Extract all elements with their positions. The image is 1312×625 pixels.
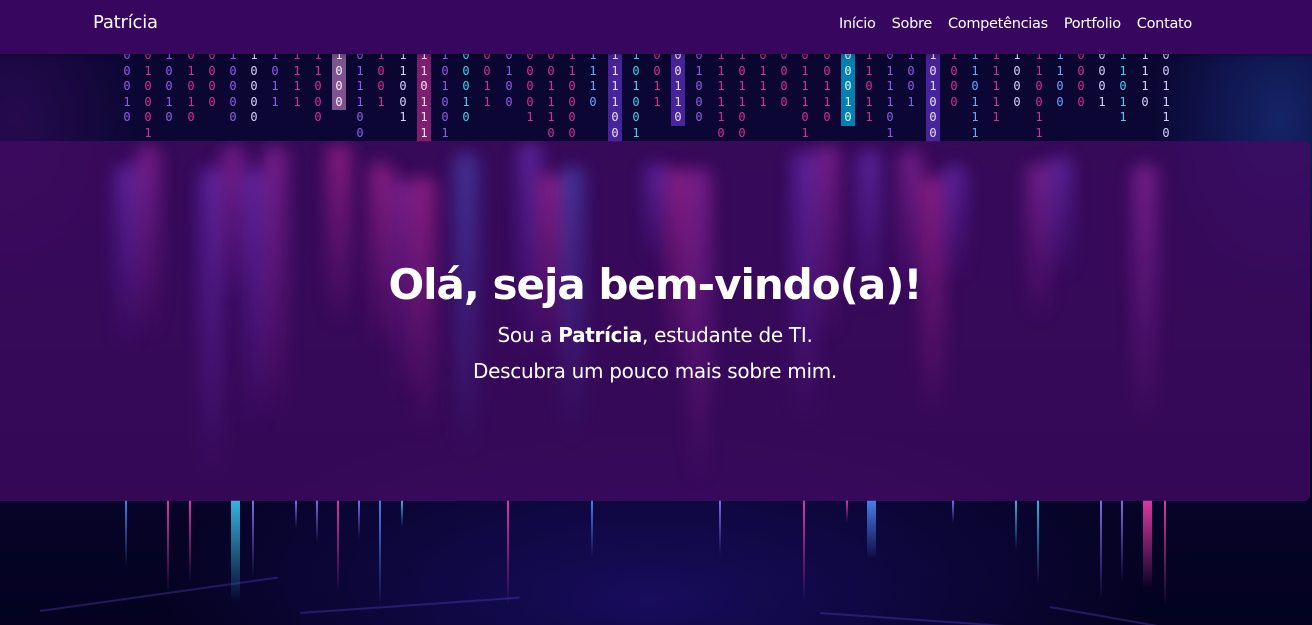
binary-column: 1 1 1 1 1: [992, 48, 1000, 125]
binary-column: 1 1 1 0: [589, 48, 597, 109]
hero-content: Olá, seja bem-vindo(a)! Sou a Patrícia, …: [0, 253, 1310, 389]
binary-column: 1 1 0 1 1 1: [417, 48, 431, 142]
nav-link-sobre[interactable]: Sobre: [892, 16, 933, 32]
binary-column: 1 0 0 1: [907, 48, 915, 109]
light-streak: [1164, 500, 1166, 607]
binary-column: 1 0 0 0: [1013, 48, 1021, 109]
light-streak: [125, 500, 127, 567]
binary-column: 0 0 0 0 1: [526, 48, 534, 125]
light-streak: [591, 500, 593, 557]
floor-line: [1049, 606, 1287, 625]
binary-column: 0 1 1 1 0 1: [801, 48, 809, 140]
binary-column: 1 0 1 1: [271, 48, 279, 109]
binary-column: 0 0 1 1 0: [671, 48, 685, 126]
floor-line: [299, 596, 520, 614]
light-streak: [867, 500, 876, 559]
binary-column: 0 0 1 1: [483, 48, 491, 109]
light-streak: [337, 500, 339, 592]
light-streak: [1100, 500, 1102, 600]
hero-intro-suffix: , estudante de TI.: [641, 323, 813, 347]
binary-column: 1 0 1 1 0 0: [738, 48, 746, 140]
binary-column: 1 0 0 0: [950, 48, 958, 109]
light-streak: [1143, 500, 1152, 589]
light-streak: [803, 500, 805, 602]
light-streak: [952, 500, 954, 523]
nav-links: Início Sobre Competências Portfolio Cont…: [839, 16, 1192, 32]
binary-column: 0 0 1 1 1 0: [547, 48, 555, 140]
binary-column: 1 0 0 0 0: [250, 48, 258, 125]
binary-column: 0 0 0 1 0: [462, 48, 470, 125]
binary-column: 1 1 0 0: [1056, 48, 1064, 109]
binary-column: 0 1 0 0 0: [695, 48, 703, 125]
brand-logo-link[interactable]: Patrícia: [93, 12, 158, 33]
light-streak: [231, 500, 240, 602]
binary-column: 0 0 1 1 1 0: [1162, 48, 1170, 140]
light-streak: [1037, 500, 1039, 585]
binary-column: 0 1 1 1: [759, 48, 767, 109]
binary-column: 1 0 0 0: [332, 48, 346, 111]
binary-column: 1 0 0 1 0: [165, 48, 173, 125]
light-streak: [167, 500, 169, 593]
light-streak: [507, 500, 509, 606]
light-streak: [1121, 500, 1123, 581]
binary-column: 1 0 0 0 0: [229, 48, 237, 125]
light-streak: [719, 500, 721, 555]
nav-link-contato[interactable]: Contato: [1137, 16, 1193, 32]
binary-column: 1 0 1 0 0 1: [441, 48, 449, 140]
binary-column: 1 1 0 1 1: [865, 48, 873, 125]
hero-intro-prefix: Sou a: [497, 323, 559, 347]
binary-column: 1 1 0 0 0 0: [568, 48, 576, 140]
hero-subtitle: Descubra um pouco mais sobre mim.: [473, 359, 837, 383]
binary-column: 1 1 0 0 1: [399, 48, 407, 125]
nav-link-competencias[interactable]: Competências: [948, 16, 1048, 32]
binary-column: 0 0 0 0: [1077, 48, 1085, 109]
light-streak: [252, 500, 254, 576]
binary-column: 1 1 1 1 1 0: [717, 48, 725, 140]
navbar: Patrícia Início Sobre Competências Portf…: [0, 0, 1312, 54]
binary-column: 1 1 1 1: [293, 48, 301, 109]
light-streak: [189, 500, 191, 582]
binary-column: 1 1 1 0: [1141, 48, 1149, 109]
binary-column: 1 1 0 1 1: [1119, 48, 1127, 125]
light-streak: [316, 500, 318, 542]
binary-column: 0 0 0 1: [1098, 48, 1106, 109]
binary-column: 1 0 1 0 0 1: [632, 48, 640, 140]
light-streak: [1015, 500, 1017, 550]
binary-column: 1 1 0 1 1 1: [971, 48, 979, 140]
binary-column: 0 0 1 1 0: [823, 48, 831, 125]
hero-title: Olá, seja bem-vindo(a)!: [388, 260, 922, 309]
binary-column: 1 0 1 0 0 0: [926, 48, 940, 142]
light-streak: [295, 500, 297, 528]
binary-column: 1 1 0 0 1 1: [1035, 48, 1043, 140]
binary-column: 0 0 0 0: [780, 48, 788, 109]
floor-line: [819, 612, 1060, 625]
binary-column: 0 0 0 0: [208, 48, 216, 109]
floor-line: [39, 576, 278, 612]
nav-link-portfolio[interactable]: Portfolio: [1064, 16, 1121, 32]
binary-column: 0 1 1 1 0 0: [356, 48, 364, 140]
binary-column: 0 1 0 0: [505, 48, 513, 109]
hero-intro-line: Sou a Patrícia, estudante de TI.: [0, 317, 1310, 353]
binary-column: 0 1 0 1 0: [187, 48, 195, 125]
binary-column: 0 0 0 1 0: [123, 48, 131, 125]
binary-column: 1 0 0 1: [377, 48, 385, 109]
light-streak: [401, 500, 403, 527]
hero-intro-name: Patrícia: [558, 323, 642, 347]
binary-column: 1 1 0 0 0: [314, 48, 322, 125]
binary-column: 1 1 1 1 0 0: [608, 48, 622, 142]
light-streak: [846, 500, 848, 522]
nav-link-inicio[interactable]: Início: [839, 16, 876, 32]
hero-banner: Olá, seja bem-vindo(a)! Sou a Patrícia, …: [0, 141, 1310, 501]
binary-column: 0 0 1 1: [653, 48, 661, 109]
binary-column: 0 1 1 1 0 1: [886, 48, 894, 140]
light-streak: [358, 500, 360, 538]
light-streak: [379, 500, 381, 606]
binary-column: 0 1 0 0 0 1: [144, 48, 152, 140]
binary-column: 0 0 0 1 0: [841, 48, 855, 126]
